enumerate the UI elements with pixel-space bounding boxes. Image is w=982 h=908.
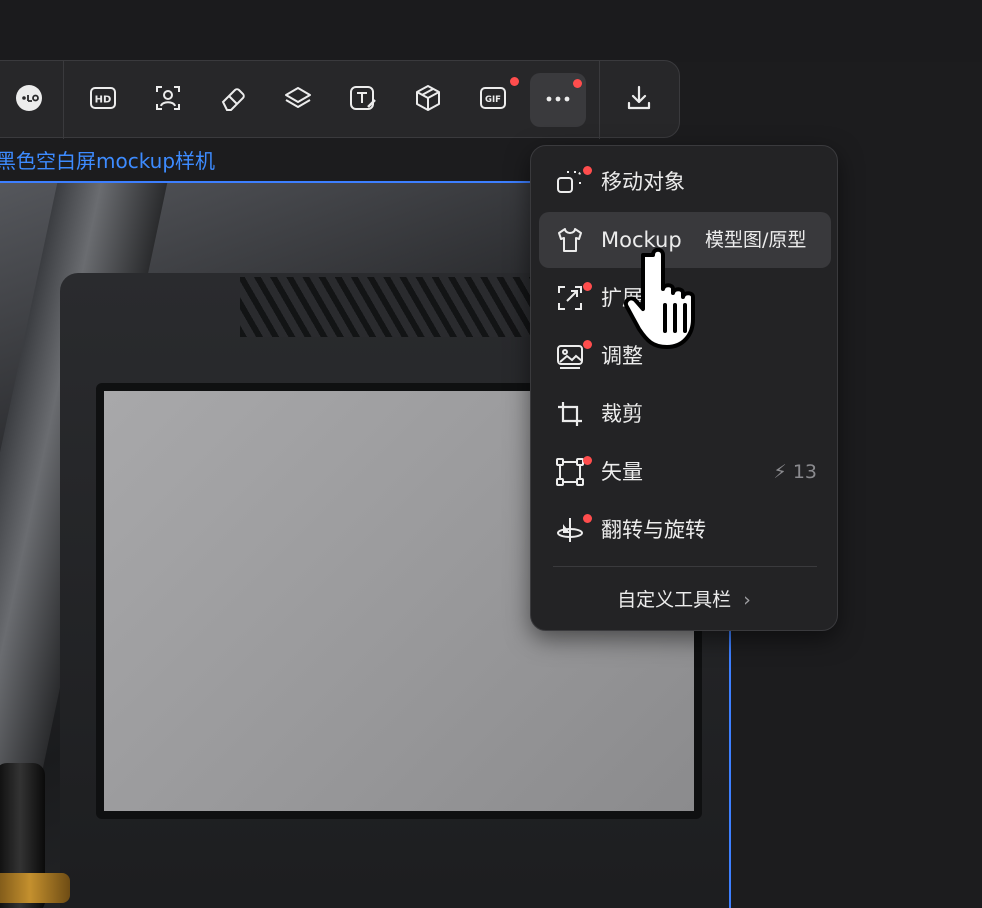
3d-object-button[interactable] [400,73,456,127]
more-icon [543,83,573,117]
notification-dot [583,456,592,465]
move-object-icon [555,167,585,197]
notification-dot [583,514,592,523]
layer-name-label[interactable]: 黑色空白屏mockup样机 [0,146,215,176]
adjust-icon [555,341,585,371]
notification-dot [583,282,592,291]
tshirt-icon [555,225,585,255]
menu-item-label: 裁剪 [601,402,643,426]
credit-cost-badge: ⚡ 13 [773,444,817,500]
hd-icon: HD [88,83,118,117]
hand-pointer-cursor-icon [624,247,695,349]
floating-toolbar: HD GIF [0,60,680,139]
notification-dot [583,340,592,349]
menu-item-move-object[interactable]: 移动对象 [539,154,831,210]
toolbar-divider [599,61,600,139]
menu-divider [553,566,817,567]
gif-icon: GIF [478,83,508,117]
download-button[interactable] [611,73,667,127]
menu-item-flip-rotate[interactable]: 翻转与旋转 [539,502,831,558]
menu-item-label: 矢量 [601,460,643,484]
crop-icon [555,399,585,429]
portrait-select-button[interactable] [140,73,196,127]
toolbar-divider [63,61,64,139]
expand-icon [555,283,585,313]
layers-icon [283,83,313,117]
download-icon [624,83,654,117]
more-button[interactable] [530,73,586,127]
more-tools-menu: 移动对象 Mockup 模型图/原型 扩展 调整 裁剪 矢量 ⚡ 13 翻转与旋… [530,145,838,631]
menu-item-label: 翻转与旋转 [601,518,706,542]
notification-dot [510,77,519,86]
eraser-button[interactable] [205,73,261,127]
customize-toolbar-button[interactable]: 自定义工具栏 › [531,578,837,622]
flip-rotate-icon [555,515,585,545]
hd-icon-text: HD [95,95,112,106]
vector-icon [555,457,585,487]
eraser-icon [218,83,248,117]
menu-item-crop[interactable]: 裁剪 [539,386,831,442]
layers-button[interactable] [270,73,326,127]
cube-icon [413,83,443,117]
chevron-right-icon: › [743,589,751,611]
text-edit-icon [348,83,378,117]
top-bar [0,0,982,62]
hd-button[interactable]: HD [75,73,131,127]
portrait-select-icon [153,83,183,117]
notification-dot [583,166,592,175]
mockup-image-knob-ring [0,873,70,903]
menu-item-label: 移动对象 [601,170,685,194]
credit-cost-value: 13 [792,461,817,483]
face-swap-icon [14,83,44,117]
gif-icon-text: GIF [485,95,501,105]
mockup-image-vent [240,277,540,337]
face-swap-button[interactable] [1,73,57,127]
gif-button[interactable]: GIF [465,73,521,127]
menu-item-vector[interactable]: 矢量 ⚡ 13 [539,444,831,500]
lightning-icon: ⚡ [773,461,787,483]
customize-toolbar-label: 自定义工具栏 [617,589,732,611]
text-edit-button[interactable] [335,73,391,127]
notification-dot [573,79,582,88]
